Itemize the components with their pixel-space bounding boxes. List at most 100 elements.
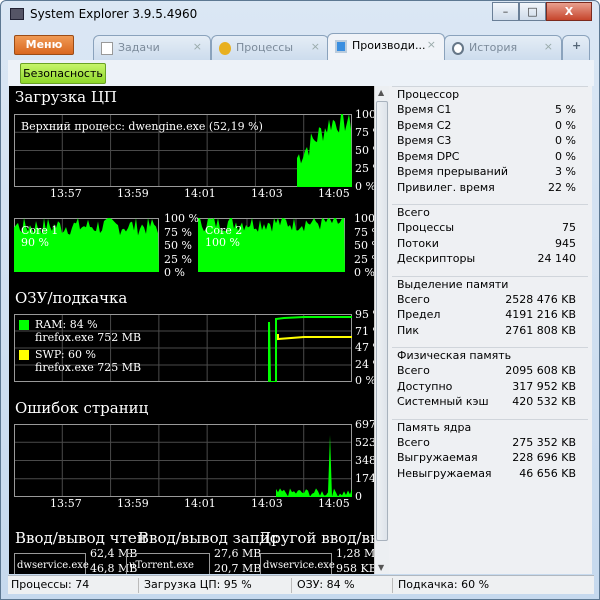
tab-label: Производи... <box>352 39 426 52</box>
swp-legend-swatch <box>19 350 29 360</box>
menu-button[interactable]: Меню <box>14 35 74 55</box>
minimize-button[interactable]: – <box>492 2 519 21</box>
axis-tick-label: 697 <box>355 418 374 431</box>
stat-value: 46 656 KB <box>519 466 576 480</box>
new-tab-button[interactable]: + <box>562 35 590 60</box>
tab-label: Процессы <box>236 41 294 54</box>
stat-label: Системный кэш <box>397 395 489 408</box>
axis-tick-label: 0 % <box>355 374 374 387</box>
stats-group-header: Память ядра <box>397 420 472 434</box>
io-process: dwservice.exe <box>17 560 89 571</box>
performance-icon <box>335 40 347 53</box>
tab-tasks[interactable]: Задачи × <box>93 35 211 60</box>
stat-label: Невыгружаемая <box>397 466 492 480</box>
scrollbar-thumb[interactable] <box>376 101 388 541</box>
axis-tick-label: 50 % <box>355 144 374 157</box>
window-title: System Explorer 3.9.5.4960 <box>30 7 198 21</box>
stats-row: Всего 2528 476 KB <box>392 292 588 308</box>
tab-performance[interactable]: Производи... × <box>327 33 445 60</box>
time-tick-label: 14:03 <box>251 187 283 200</box>
stat-label: Привилег. время <box>397 180 495 194</box>
axis-tick-label: 47 % <box>355 341 374 354</box>
scroll-down-icon[interactable]: ▼ <box>378 563 384 572</box>
stat-label: Всего <box>397 364 430 377</box>
io-scale-max: 1,28 MB <box>336 547 374 560</box>
stat-label: Выгружаемая <box>397 451 478 464</box>
stat-value: 945 <box>555 236 576 250</box>
document-icon <box>101 42 113 55</box>
swp-process: firefox.exe 725 MB <box>35 361 142 374</box>
io-title: Ввод/вывод чтен <box>15 529 147 547</box>
stats-group: Выделение памяти Всего 2528 476 KB Предел 41… <box>392 275 588 339</box>
time-tick-label: 13:59 <box>117 497 149 510</box>
stats-row: Потоки 945 <box>392 236 588 252</box>
stat-value: 0 % <box>555 118 576 132</box>
axis-tick-label: 523 <box>355 436 374 449</box>
stats-group: Всего Процессы 75 Потоки 945 Дескрипторы 24 14… <box>392 204 588 267</box>
stat-value: 24 140 <box>537 252 577 265</box>
stats-row: Пик 2761 808 KB <box>392 323 588 339</box>
io-process: uTorrent.exe <box>129 560 194 571</box>
stat-label: Время C1 <box>397 103 452 116</box>
io-process: dwservice.exe <box>263 560 335 571</box>
ram-line <box>268 316 352 382</box>
io-scale-max: 27,6 MB <box>214 547 262 560</box>
time-tick-label: 13:57 <box>50 497 82 510</box>
swp-label: SWP: 60 % <box>35 348 96 361</box>
stat-value: 275 352 KB <box>512 435 576 449</box>
stat-value: 420 532 KB <box>512 395 576 408</box>
scroll-up-icon[interactable]: ▲ <box>378 88 384 97</box>
top-process-label: Верхний процесс: dwengine.exe (52,19 %) <box>21 120 263 133</box>
ram-label: RAM: 84 % <box>35 318 98 331</box>
memory-title: ОЗУ/подкачка <box>15 289 128 307</box>
axis-tick-label: 0 % <box>354 266 374 279</box>
status-ram: ОЗУ: 84 % <box>294 578 393 593</box>
tab-label: Задачи <box>118 41 160 54</box>
time-tick-label: 14:05 <box>318 187 350 200</box>
stat-label: Всего <box>397 292 430 306</box>
stat-value: 75 <box>562 221 576 234</box>
stats-panel: Процессор Время C1 5 % Время C2 0 % Время C3 0… <box>389 86 592 574</box>
gear-icon <box>219 42 231 55</box>
tab-processes[interactable]: Процессы × <box>211 35 329 60</box>
vertical-scrollbar[interactable]: ▲ ▼ <box>374 86 389 574</box>
faults-graph <box>14 424 352 497</box>
stats-row: Процессы 75 <box>392 220 588 236</box>
status-cpu: Загрузка ЦП: 95 % <box>141 578 292 593</box>
time-tick-label: 14:01 <box>184 187 216 200</box>
status-bar: Процессы: 74 Загрузка ЦП: 95 % ОЗУ: 84 %… <box>8 575 594 594</box>
stat-value: 4191 216 KB <box>505 308 576 321</box>
clock-icon <box>452 42 464 55</box>
time-tick-label: 14:01 <box>184 497 216 510</box>
axis-tick-label: 25 % <box>355 162 374 175</box>
security-button[interactable]: Безопасность <box>20 63 106 84</box>
tab-close-icon[interactable]: × <box>193 40 202 53</box>
stat-value: 228 696 KB <box>512 451 576 464</box>
axis-tick-label: 0 % <box>164 266 185 279</box>
faults-area <box>276 434 352 497</box>
tab-close-icon[interactable]: × <box>427 38 436 51</box>
time-tick-label: 14:05 <box>318 497 350 510</box>
maximize-button[interactable]: □ <box>519 2 546 21</box>
status-processes: Процессы: 74 <box>8 578 139 593</box>
tab-close-icon[interactable]: × <box>544 40 553 53</box>
stats-group-header: Физическая память <box>397 349 512 362</box>
stats-row: Всего 275 352 KB <box>392 435 588 451</box>
stats-row: Время C3 0 % <box>392 133 588 149</box>
stats-row: Время C2 0 % <box>392 118 588 134</box>
graphs-pane: Загрузка ЦП Верхний процесс: dwengine.ex… <box>9 86 374 574</box>
stat-value: 2095 608 KB <box>505 364 576 377</box>
close-button[interactable]: X <box>546 2 592 21</box>
tab-history[interactable]: История × <box>444 35 562 60</box>
axis-tick-label: 50 % <box>354 239 374 252</box>
tab-close-icon[interactable]: × <box>311 40 320 53</box>
stats-row: Предел 4191 216 KB <box>392 307 588 323</box>
swp-line <box>277 334 352 341</box>
axis-tick-label: 50 % <box>164 239 192 252</box>
io-title: Другой ввод/вы <box>259 529 374 547</box>
time-tick-label: 13:59 <box>117 187 149 200</box>
stats-row: Время C1 5 % <box>392 102 588 118</box>
ram-legend-swatch <box>19 320 29 330</box>
stat-value: 317 952 KB <box>512 379 576 393</box>
stat-value: 3 % <box>555 165 576 178</box>
